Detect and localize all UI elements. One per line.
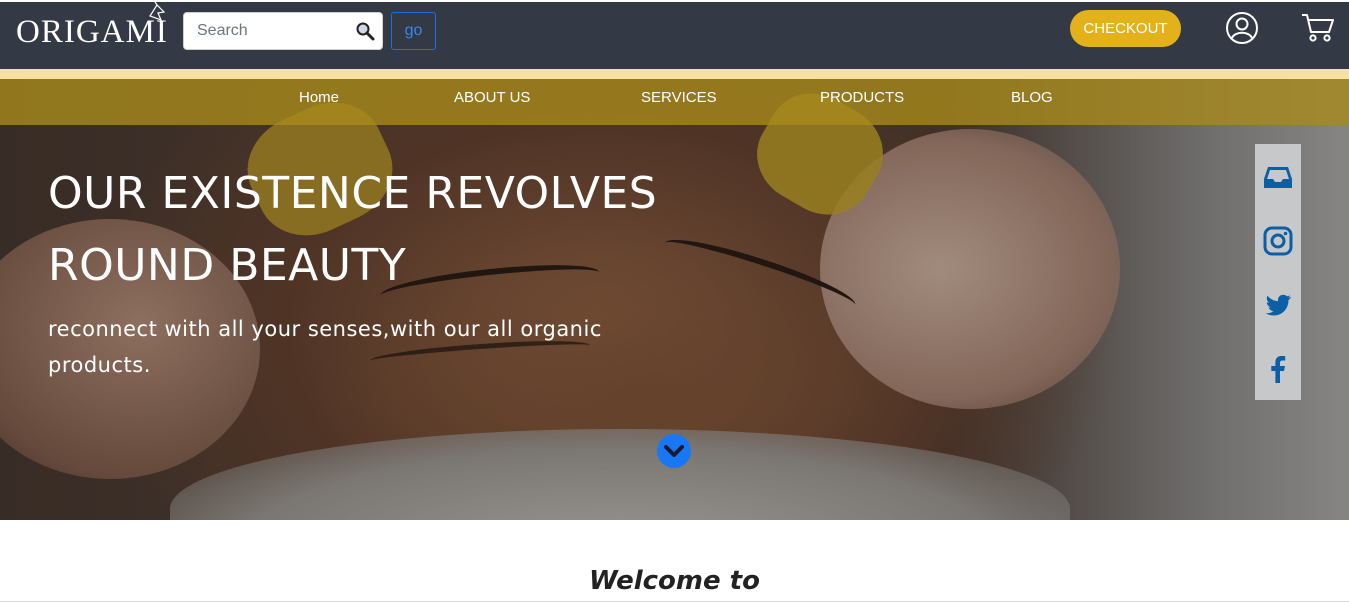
twitter-icon[interactable]: [1263, 290, 1293, 320]
nav-accent-strip: [0, 69, 1349, 79]
search-input[interactable]: [185, 14, 345, 48]
search-box: [183, 12, 383, 50]
facebook-icon[interactable]: [1263, 354, 1293, 384]
hero-title: OUR EXISTENCE REVOLVES ROUND BEAUTY: [48, 168, 658, 291]
search-icon[interactable]: [355, 21, 375, 41]
nav-item-services[interactable]: SERVICES: [641, 79, 717, 125]
nav-item-home[interactable]: Home: [299, 79, 339, 125]
main-nav: Home ABOUT US SERVICES PRODUCTS BLOG: [0, 79, 1349, 125]
social-rail: [1255, 144, 1301, 400]
crane-logo-icon: [149, 2, 166, 22]
hero-subtitle: reconnect with all your senses,with our …: [48, 317, 602, 377]
welcome-heading: Welcome to: [589, 566, 760, 596]
nav-item-blog[interactable]: BLOG: [1011, 79, 1053, 125]
checkout-button[interactable]: CHECKOUT: [1070, 10, 1181, 47]
nav-item-products[interactable]: PRODUCTS: [820, 79, 904, 125]
inbox-icon[interactable]: [1263, 162, 1293, 192]
instagram-icon[interactable]: [1263, 226, 1293, 256]
cart-icon[interactable]: [1300, 12, 1336, 44]
section-divider: [0, 601, 1349, 602]
go-button[interactable]: go: [391, 12, 436, 50]
top-header: ORIGAMI go CHECKOUT: [0, 0, 1349, 69]
nav-item-about-us[interactable]: ABOUT US: [454, 79, 530, 125]
chevron-down-circle-icon[interactable]: [657, 434, 691, 468]
user-icon[interactable]: [1225, 11, 1259, 45]
